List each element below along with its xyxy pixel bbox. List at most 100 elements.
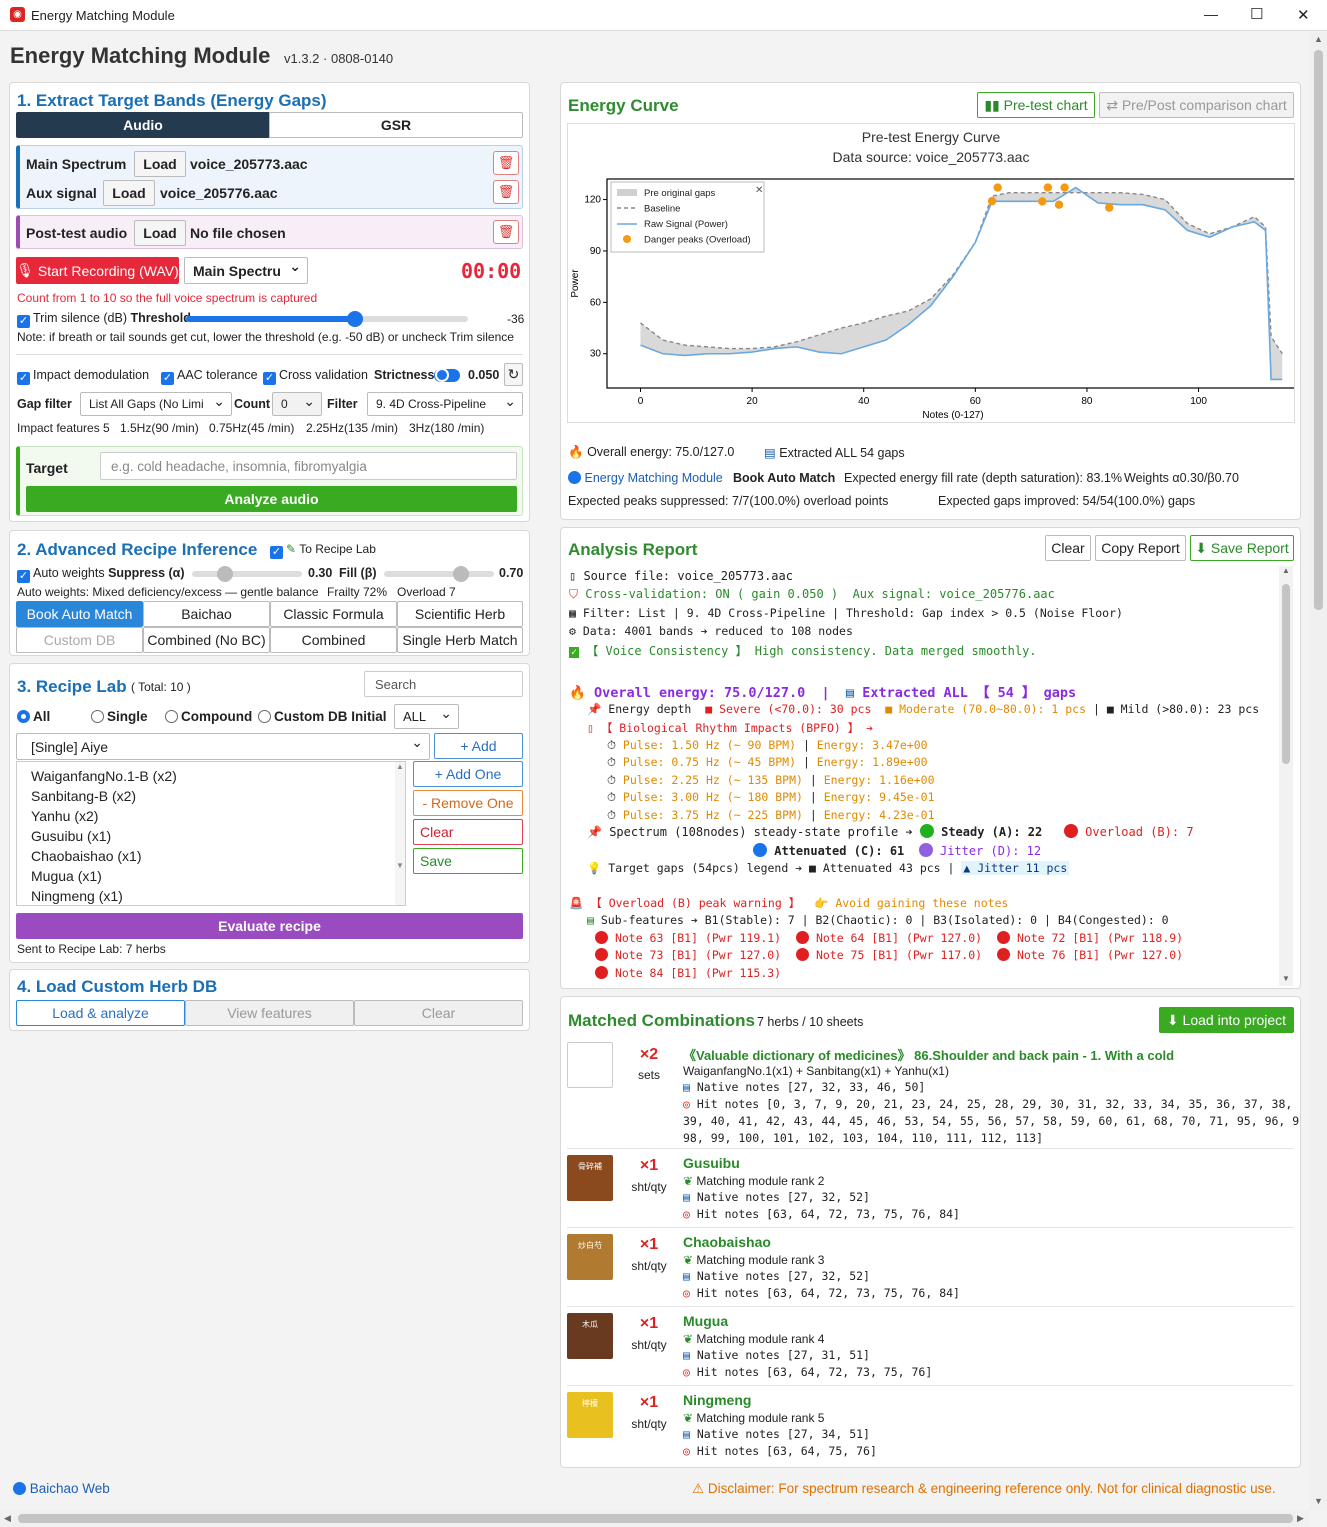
clear-report-button[interactable]: Clear (1045, 535, 1091, 561)
load-analyze-button[interactable]: Load & analyze (16, 1000, 185, 1026)
list-item[interactable]: WaiganfangNo.1-B (x2) (31, 766, 177, 786)
clear-recipe-button[interactable]: Clear (413, 819, 523, 845)
copy-report-button[interactable]: Copy Report (1095, 535, 1186, 561)
pulse-text: Pulse: 0.75 Hz (~ 45 BPM) (622, 755, 797, 770)
evaluate-recipe-button[interactable]: Evaluate recipe (16, 913, 523, 939)
mode-combined-no-bc[interactable]: Combined (No BC) (143, 627, 270, 653)
save-recipe-button[interactable]: Save (413, 848, 523, 874)
list-item[interactable]: Yanhu (x2) (31, 806, 177, 826)
herb-name[interactable]: Chaobaishao (683, 1234, 771, 1250)
list-item[interactable]: Sanbitang-B (x2) (31, 786, 177, 806)
impact-demod-checkbox[interactable]: ✓ Impact demodulation (17, 368, 149, 385)
fill-slider-knob[interactable] (453, 566, 469, 582)
load-main-button[interactable]: Load (134, 151, 186, 177)
suppress-slider-knob[interactable] (217, 566, 233, 582)
target-input[interactable]: e.g. cold headache, insomnia, fibromyalg… (100, 452, 517, 480)
start-recording-button[interactable]: 🎙 Start Recording (WAV) (16, 257, 179, 284)
radio-single[interactable]: Single (91, 709, 148, 724)
mode-single-herb-match[interactable]: Single Herb Match (397, 627, 523, 653)
threshold-slider-knob[interactable] (347, 311, 364, 327)
scroll-down-icon[interactable]: ▼ (1314, 1496, 1323, 1506)
delete-main-trash-icon[interactable]: 🗑 (493, 151, 519, 175)
formula-name[interactable]: 《Valuable dictionary of medicines》 86.Sh… (683, 1045, 1174, 1064)
auto-weights-checkbox[interactable]: ✓ Auto weights Suppress (α) (17, 566, 185, 583)
list-item[interactable]: Mugua (x1) (31, 866, 177, 886)
filter-select[interactable]: 9. 4D Cross-Pipeline (367, 392, 523, 416)
scroll-up-icon[interactable]: ▲ (1282, 566, 1290, 575)
herb-name[interactable]: Mugua (683, 1313, 728, 1329)
mode-custom-db[interactable]: Custom DB (16, 627, 143, 653)
mode-book-auto-match[interactable]: Book Auto Match (16, 601, 143, 627)
report-scrollbar-track[interactable]: ▲ ▼ (1279, 566, 1293, 986)
reset-icon[interactable]: ↻ (504, 363, 523, 386)
mode-classic-formula[interactable]: Classic Formula (270, 601, 397, 627)
scroll-right-icon[interactable]: ▶ (1297, 1513, 1304, 1524)
page-title: Energy Matching Module (10, 43, 271, 68)
herb-select[interactable]: [Single] Aiye (16, 733, 430, 760)
to-recipe-lab-checkbox[interactable]: ✓ ✎ To Recipe Lab (270, 542, 376, 559)
recipe-search-input[interactable]: Search (364, 671, 523, 697)
aac-tolerance-checkbox[interactable]: ✓ AAC tolerance (161, 368, 258, 385)
minimize-icon[interactable]: — (1204, 6, 1218, 22)
herb-name[interactable]: Ningmeng (683, 1392, 751, 1408)
checkbox-checked-icon: ✓ (270, 546, 283, 559)
save-report-button[interactable]: ⬇ Save Report (1190, 535, 1294, 561)
gap-filter-select[interactable]: List All Gaps (No Limi (80, 392, 232, 416)
tab-gsr[interactable]: GSR (269, 112, 523, 138)
view-features-button[interactable]: View features (185, 1000, 354, 1026)
load-aux-button[interactable]: Load (103, 180, 155, 206)
app-icon: ◉ (10, 7, 25, 22)
mode-scientific-herb[interactable]: Scientific Herb (397, 601, 523, 627)
divider (567, 1385, 1294, 1386)
cross-validation-checkbox[interactable]: ✓ Cross validation (263, 368, 368, 385)
radio-custom-db[interactable]: Custom DB Initial (258, 709, 387, 724)
scroll-down-icon[interactable]: ▼ (1282, 974, 1290, 983)
scroll-left-icon[interactable]: ◀ (4, 1513, 11, 1524)
book-auto-match-label: Book Auto Match (733, 471, 836, 485)
checkbox-checked-icon: ✓ (17, 315, 30, 328)
pre-test-chart-button[interactable]: ▮▮ Pre-test chart (977, 92, 1095, 118)
load-into-project-button[interactable]: ⬇ Load into project (1159, 1007, 1294, 1033)
maximize-icon[interactable]: ☐ (1250, 5, 1263, 23)
fill-slider[interactable] (384, 566, 494, 582)
mode-combined[interactable]: Combined (270, 627, 397, 653)
add-one-button[interactable]: + Add One (413, 761, 523, 787)
mode-baichao[interactable]: Baichao (143, 601, 270, 627)
count-input[interactable]: 0 (272, 392, 322, 416)
strictness-toggle[interactable] (434, 368, 460, 382)
list-item[interactable]: Chaobaishao (x1) (31, 846, 177, 866)
threshold-slider[interactable] (186, 311, 468, 327)
record-source-select[interactable]: Main Spectru (184, 257, 308, 284)
analyze-audio-button[interactable]: Analyze audio (26, 486, 517, 512)
delete-aux-trash-icon[interactable]: 🗑 (493, 180, 519, 204)
trim-silence-checkbox[interactable]: ✓ Trim silence (dB) Threshold (17, 311, 191, 328)
close-icon[interactable]: ✕ (1297, 6, 1310, 24)
vertical-scrollbar[interactable]: ▲ ▼ (1310, 32, 1327, 1510)
baichao-web-link[interactable]: Baichao Web (13, 1481, 110, 1496)
remove-one-button[interactable]: - Remove One (413, 790, 523, 816)
weights-info: Weights α0.30/β0.70 (1124, 471, 1239, 485)
formula-components: WaiganfangNo.1(x1) + Sanbitang(x1) + Yan… (683, 1064, 949, 1078)
radio-all[interactable]: All (17, 709, 50, 724)
list-scrollbar[interactable]: ▲ ▼ (395, 762, 405, 905)
initial-select[interactable]: ALL (394, 704, 459, 729)
horizontal-scrollbar[interactable]: ◀ ▶ (0, 1510, 1310, 1527)
herb-name[interactable]: Gusuibu (683, 1155, 740, 1171)
scroll-up-icon[interactable]: ▲ (1314, 34, 1323, 44)
module-link[interactable]: Energy Matching Module (584, 471, 722, 485)
radio-compound[interactable]: Compound (165, 709, 252, 724)
clear-db-button[interactable]: Clear (354, 1000, 523, 1026)
load-post-button[interactable]: Load (134, 220, 186, 246)
list-item[interactable]: Gusuibu (x1) (31, 826, 177, 846)
add-button[interactable]: + Add (434, 733, 523, 759)
danger-peak-point (987, 196, 997, 206)
suppress-slider[interactable] (192, 566, 302, 582)
comparison-chart-button[interactable]: ⇄ Pre/Post comparison chart (1099, 92, 1294, 118)
horizontal-scrollbar-thumb[interactable] (18, 1514, 1293, 1523)
list-item[interactable]: Ningmeng (x1) (31, 886, 177, 906)
tab-audio[interactable]: Audio (16, 112, 270, 138)
delete-post-trash-icon[interactable]: 🗑 (493, 220, 519, 244)
vertical-scrollbar-thumb[interactable] (1314, 50, 1323, 610)
report-scrollbar-thumb[interactable] (1282, 584, 1290, 764)
herb-thumbnail-label: 木瓜 (582, 1320, 598, 1329)
